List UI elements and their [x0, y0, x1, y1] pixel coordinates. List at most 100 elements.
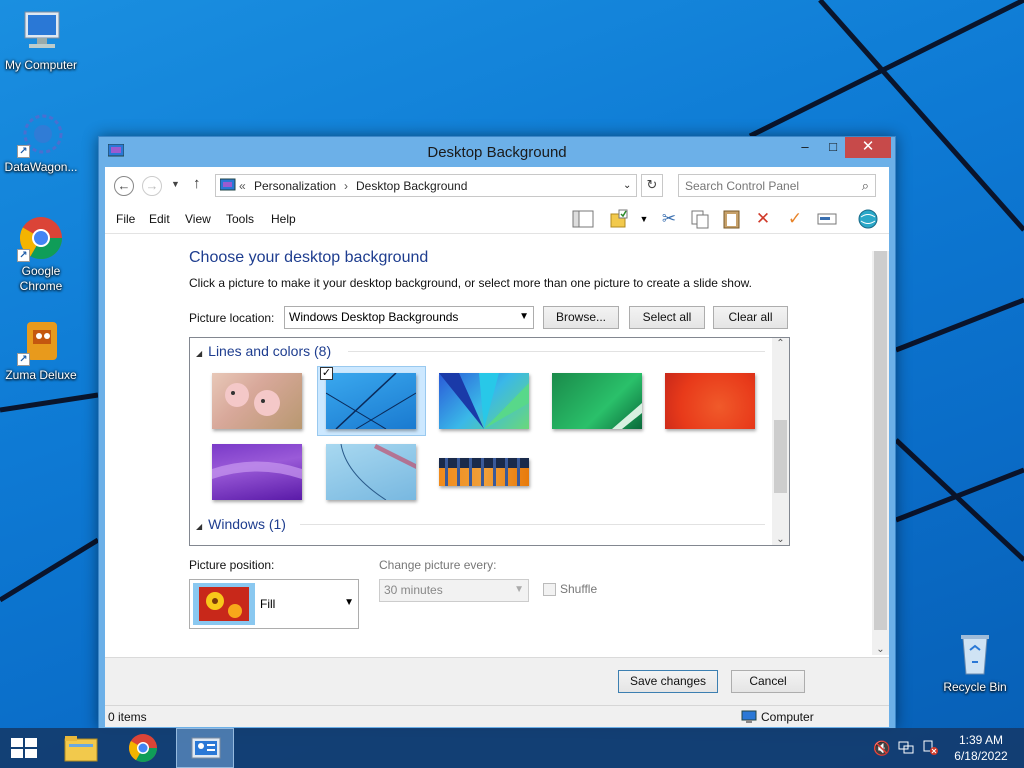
back-arrow-icon[interactable]: ← [114, 176, 134, 196]
menu-file[interactable]: File [116, 212, 135, 226]
window-title: Desktop Background [427, 144, 567, 161]
desktop-icon-my-computer[interactable]: My Computer [0, 8, 82, 73]
content-area: Choose your desktop background Click a p… [105, 234, 889, 657]
forward-arrow-icon[interactable]: → [142, 176, 162, 196]
clock-time[interactable]: 1:39 AM [958, 733, 1004, 747]
minimize-button[interactable]: – [791, 137, 819, 158]
picture-location-label: Picture location: [189, 311, 275, 325]
chrome-icon [129, 734, 157, 762]
breadcrumb-personalization[interactable]: Personalization [254, 179, 336, 193]
wallpaper-thumbnail[interactable] [665, 373, 755, 429]
taskbar: 🔇 1:39 AM 6/18/2022 [0, 728, 1024, 768]
globe-icon[interactable] [857, 208, 879, 230]
taskbar-control-panel-active[interactable] [176, 728, 234, 768]
picture-position-select[interactable]: Fill ▼ [189, 579, 359, 629]
collapse-triangle-icon: ◢ [196, 349, 203, 358]
up-arrow-icon[interactable]: ↑ [193, 175, 201, 192]
wallpaper-thumbnail[interactable] [439, 458, 529, 486]
properties-check-icon[interactable]: ✓ [784, 208, 806, 230]
group-header-lines-and-colors[interactable]: ◢ Lines and colors (8) [196, 343, 331, 359]
gallery-scrollbar[interactable]: ⌃ ⌄ [772, 338, 789, 545]
picture-position-label: Picture position: [189, 558, 275, 572]
volume-muted-icon[interactable]: 🔇 [873, 740, 890, 757]
change-picture-value: 30 minutes [384, 583, 443, 597]
picture-preview-icon [193, 583, 255, 625]
scroll-up-arrow-icon[interactable]: ⌃ [772, 338, 789, 349]
picture-position-value: Fill [260, 597, 276, 611]
content-scrollbar[interactable]: ⌄ [872, 251, 889, 655]
address-dropdown-icon[interactable]: ⌄ [623, 180, 631, 191]
menu-edit[interactable]: Edit [149, 212, 170, 226]
wallpaper-thumbnail[interactable] [212, 373, 302, 429]
cancel-button[interactable]: Cancel [731, 670, 805, 693]
start-button[interactable] [0, 728, 48, 768]
paste-icon[interactable] [721, 208, 743, 230]
wallpaper-thumbnail[interactable] [552, 373, 642, 429]
group-divider [348, 351, 765, 352]
shuffle-label: Shuffle [560, 582, 598, 596]
close-button[interactable]: ✕ [845, 137, 891, 158]
wallpaper-thumbnail[interactable] [439, 373, 529, 429]
shuffle-checkbox[interactable] [543, 583, 556, 596]
delete-icon[interactable]: ✕ [752, 208, 774, 230]
change-picture-label: Change picture every: [379, 558, 497, 572]
menu-help[interactable]: Help [271, 212, 296, 226]
collapse-triangle-icon: ◢ [196, 522, 203, 531]
status-location: Computer [761, 710, 814, 724]
group-header-windows[interactable]: ◢ Windows (1) [196, 516, 286, 532]
picture-location-select[interactable]: Windows Desktop Backgrounds ▼ [284, 306, 534, 329]
scroll-thumb[interactable] [774, 420, 787, 493]
views-dropdown-icon[interactable]: ▼ [633, 208, 655, 230]
search-input[interactable]: Search Control Panel ⌕ [678, 174, 876, 197]
status-bar: 0 items Computer [105, 705, 889, 727]
action-center-icon[interactable] [922, 739, 938, 758]
browse-button[interactable]: Browse... [543, 306, 619, 329]
folder-options-icon[interactable] [609, 208, 631, 230]
wallpaper-thumbnail[interactable] [326, 443, 416, 501]
recent-locations-chevron-icon[interactable]: ▼ [171, 179, 180, 189]
status-items: 0 items [108, 710, 147, 724]
taskbar-chrome[interactable] [114, 728, 172, 768]
select-all-button[interactable]: Select all [629, 306, 705, 329]
rename-icon[interactable] [816, 208, 838, 230]
change-picture-select[interactable]: 30 minutes ▼ [379, 579, 529, 602]
address-bar[interactable]: « Personalization › Desktop Background ⌄ [215, 174, 637, 197]
scroll-thumb[interactable] [874, 251, 887, 630]
group-title: Windows (1) [208, 516, 286, 532]
maximize-button[interactable]: □ [819, 137, 847, 158]
desktop-icon-datawagon[interactable]: ↗ DataWagon... [0, 110, 82, 175]
search-icon: ⌕ [861, 178, 869, 193]
menu-view[interactable]: View [185, 212, 211, 226]
page-title: Choose your desktop background [189, 249, 429, 266]
navigation-bar: ← → ▼ ↑ « Personalization › Desktop Back… [105, 167, 889, 203]
shortcut-arrow-icon: ↗ [17, 145, 30, 158]
clock-date[interactable]: 6/18/2022 [952, 749, 1010, 763]
taskbar-file-explorer[interactable] [52, 728, 110, 768]
cut-icon[interactable]: ✂ [658, 208, 680, 230]
menu-tools[interactable]: Tools [226, 212, 254, 226]
desktop-icon-label: DataWagon... [4, 160, 78, 174]
desktop-icon-label: Google Chrome [19, 264, 63, 293]
layout-pane-icon[interactable] [572, 208, 594, 230]
scroll-down-arrow-icon[interactable]: ⌄ [872, 644, 889, 655]
chevron-down-icon: ▼ [519, 311, 529, 322]
clear-all-button[interactable]: Clear all [713, 306, 788, 329]
network-icon[interactable] [898, 739, 914, 758]
copy-icon[interactable] [689, 208, 711, 230]
desktop-icon-zuma-deluxe[interactable]: ↗ Zuma Deluxe [0, 318, 82, 383]
wallpaper-thumbnail[interactable] [325, 372, 417, 430]
save-changes-button[interactable]: Save changes [618, 670, 718, 693]
shortcut-arrow-icon: ↗ [17, 249, 30, 262]
breadcrumb-desktop-background[interactable]: Desktop Background [356, 179, 467, 193]
desktop-icon-label: Zuma Deluxe [5, 368, 77, 382]
chevron-down-icon: ▼ [344, 597, 354, 608]
title-bar[interactable]: Desktop Background – □ ✕ [99, 137, 895, 167]
scroll-down-arrow-icon[interactable]: ⌄ [772, 534, 789, 545]
address-overflow[interactable]: « [239, 179, 246, 193]
desktop-icon-recycle-bin[interactable]: Recycle Bin [934, 630, 1016, 695]
desktop-icon-google-chrome[interactable]: ↗ Google Chrome [0, 214, 82, 294]
selected-checkbox[interactable]: ✓ [320, 367, 333, 380]
wallpaper-thumbnail[interactable] [212, 444, 302, 500]
refresh-icon[interactable]: ↻ [641, 174, 663, 197]
desktop-background-window: Desktop Background – □ ✕ ← → ▼ ↑ « Perso… [98, 136, 896, 729]
